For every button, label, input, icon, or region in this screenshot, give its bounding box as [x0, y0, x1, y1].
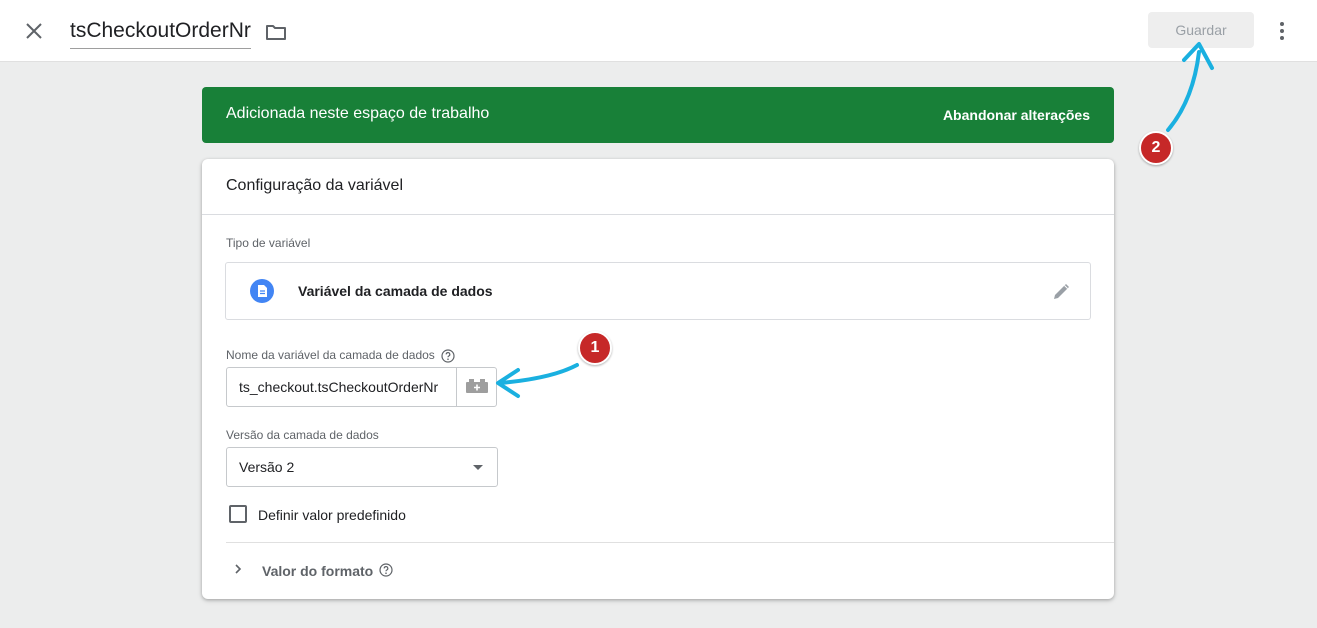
variable-config-card: Configuração da variável Tipo de variáve… [202, 159, 1114, 599]
card-title: Configuração da variável [202, 159, 1114, 215]
dl-version-label: Versão da camada de dados [226, 428, 379, 442]
dl-version-value: Versão 2 [239, 459, 295, 475]
section-divider [226, 542, 1114, 543]
top-bar: tsCheckoutOrderNr Guardar [0, 0, 1317, 62]
chevron-right-icon [235, 564, 242, 574]
close-icon[interactable] [22, 19, 46, 43]
annotation-badge-1: 1 [578, 331, 612, 365]
default-value-checkbox[interactable] [229, 505, 247, 523]
dl-version-select[interactable]: Versão 2 [226, 447, 498, 487]
variable-type-label: Tipo de variável [226, 236, 311, 250]
discard-changes-link[interactable]: Abandonar alterações [943, 107, 1090, 123]
pencil-icon[interactable] [1050, 279, 1074, 303]
help-icon[interactable] [441, 349, 455, 363]
variable-picker-button[interactable] [456, 368, 496, 406]
save-button[interactable]: Guardar [1148, 12, 1254, 48]
dlv-name-label-text: Nome da variável da camada de dados [226, 348, 435, 362]
annotation-arrow-2 [1166, 50, 1201, 132]
variable-title[interactable]: tsCheckoutOrderNr [70, 18, 251, 49]
more-vert-icon[interactable] [1270, 19, 1294, 43]
help-icon[interactable] [379, 563, 393, 577]
dlv-name-label: Nome da variável da camada de dados [226, 348, 455, 363]
variable-type-selector[interactable]: Variável da camada de dados [225, 262, 1091, 320]
dropdown-arrow-icon [473, 465, 483, 470]
annotation-badge-2: 2 [1139, 131, 1173, 165]
format-value-label: Valor do formato [262, 563, 374, 579]
folder-icon[interactable] [264, 20, 288, 44]
format-value-toggle[interactable]: Valor do formato [226, 556, 426, 584]
banner-message: Adicionada neste espaço de trabalho [226, 105, 490, 122]
variable-type-name: Variável da camada de dados [298, 283, 493, 299]
dlv-name-input[interactable] [227, 368, 457, 406]
default-value-label[interactable]: Definir valor predefinido [258, 507, 406, 523]
variable-brick-icon [466, 379, 488, 393]
dlv-name-field [226, 367, 497, 407]
workspace-banner: Adicionada neste espaço de trabalho Aban… [202, 87, 1114, 143]
document-icon [250, 279, 274, 303]
